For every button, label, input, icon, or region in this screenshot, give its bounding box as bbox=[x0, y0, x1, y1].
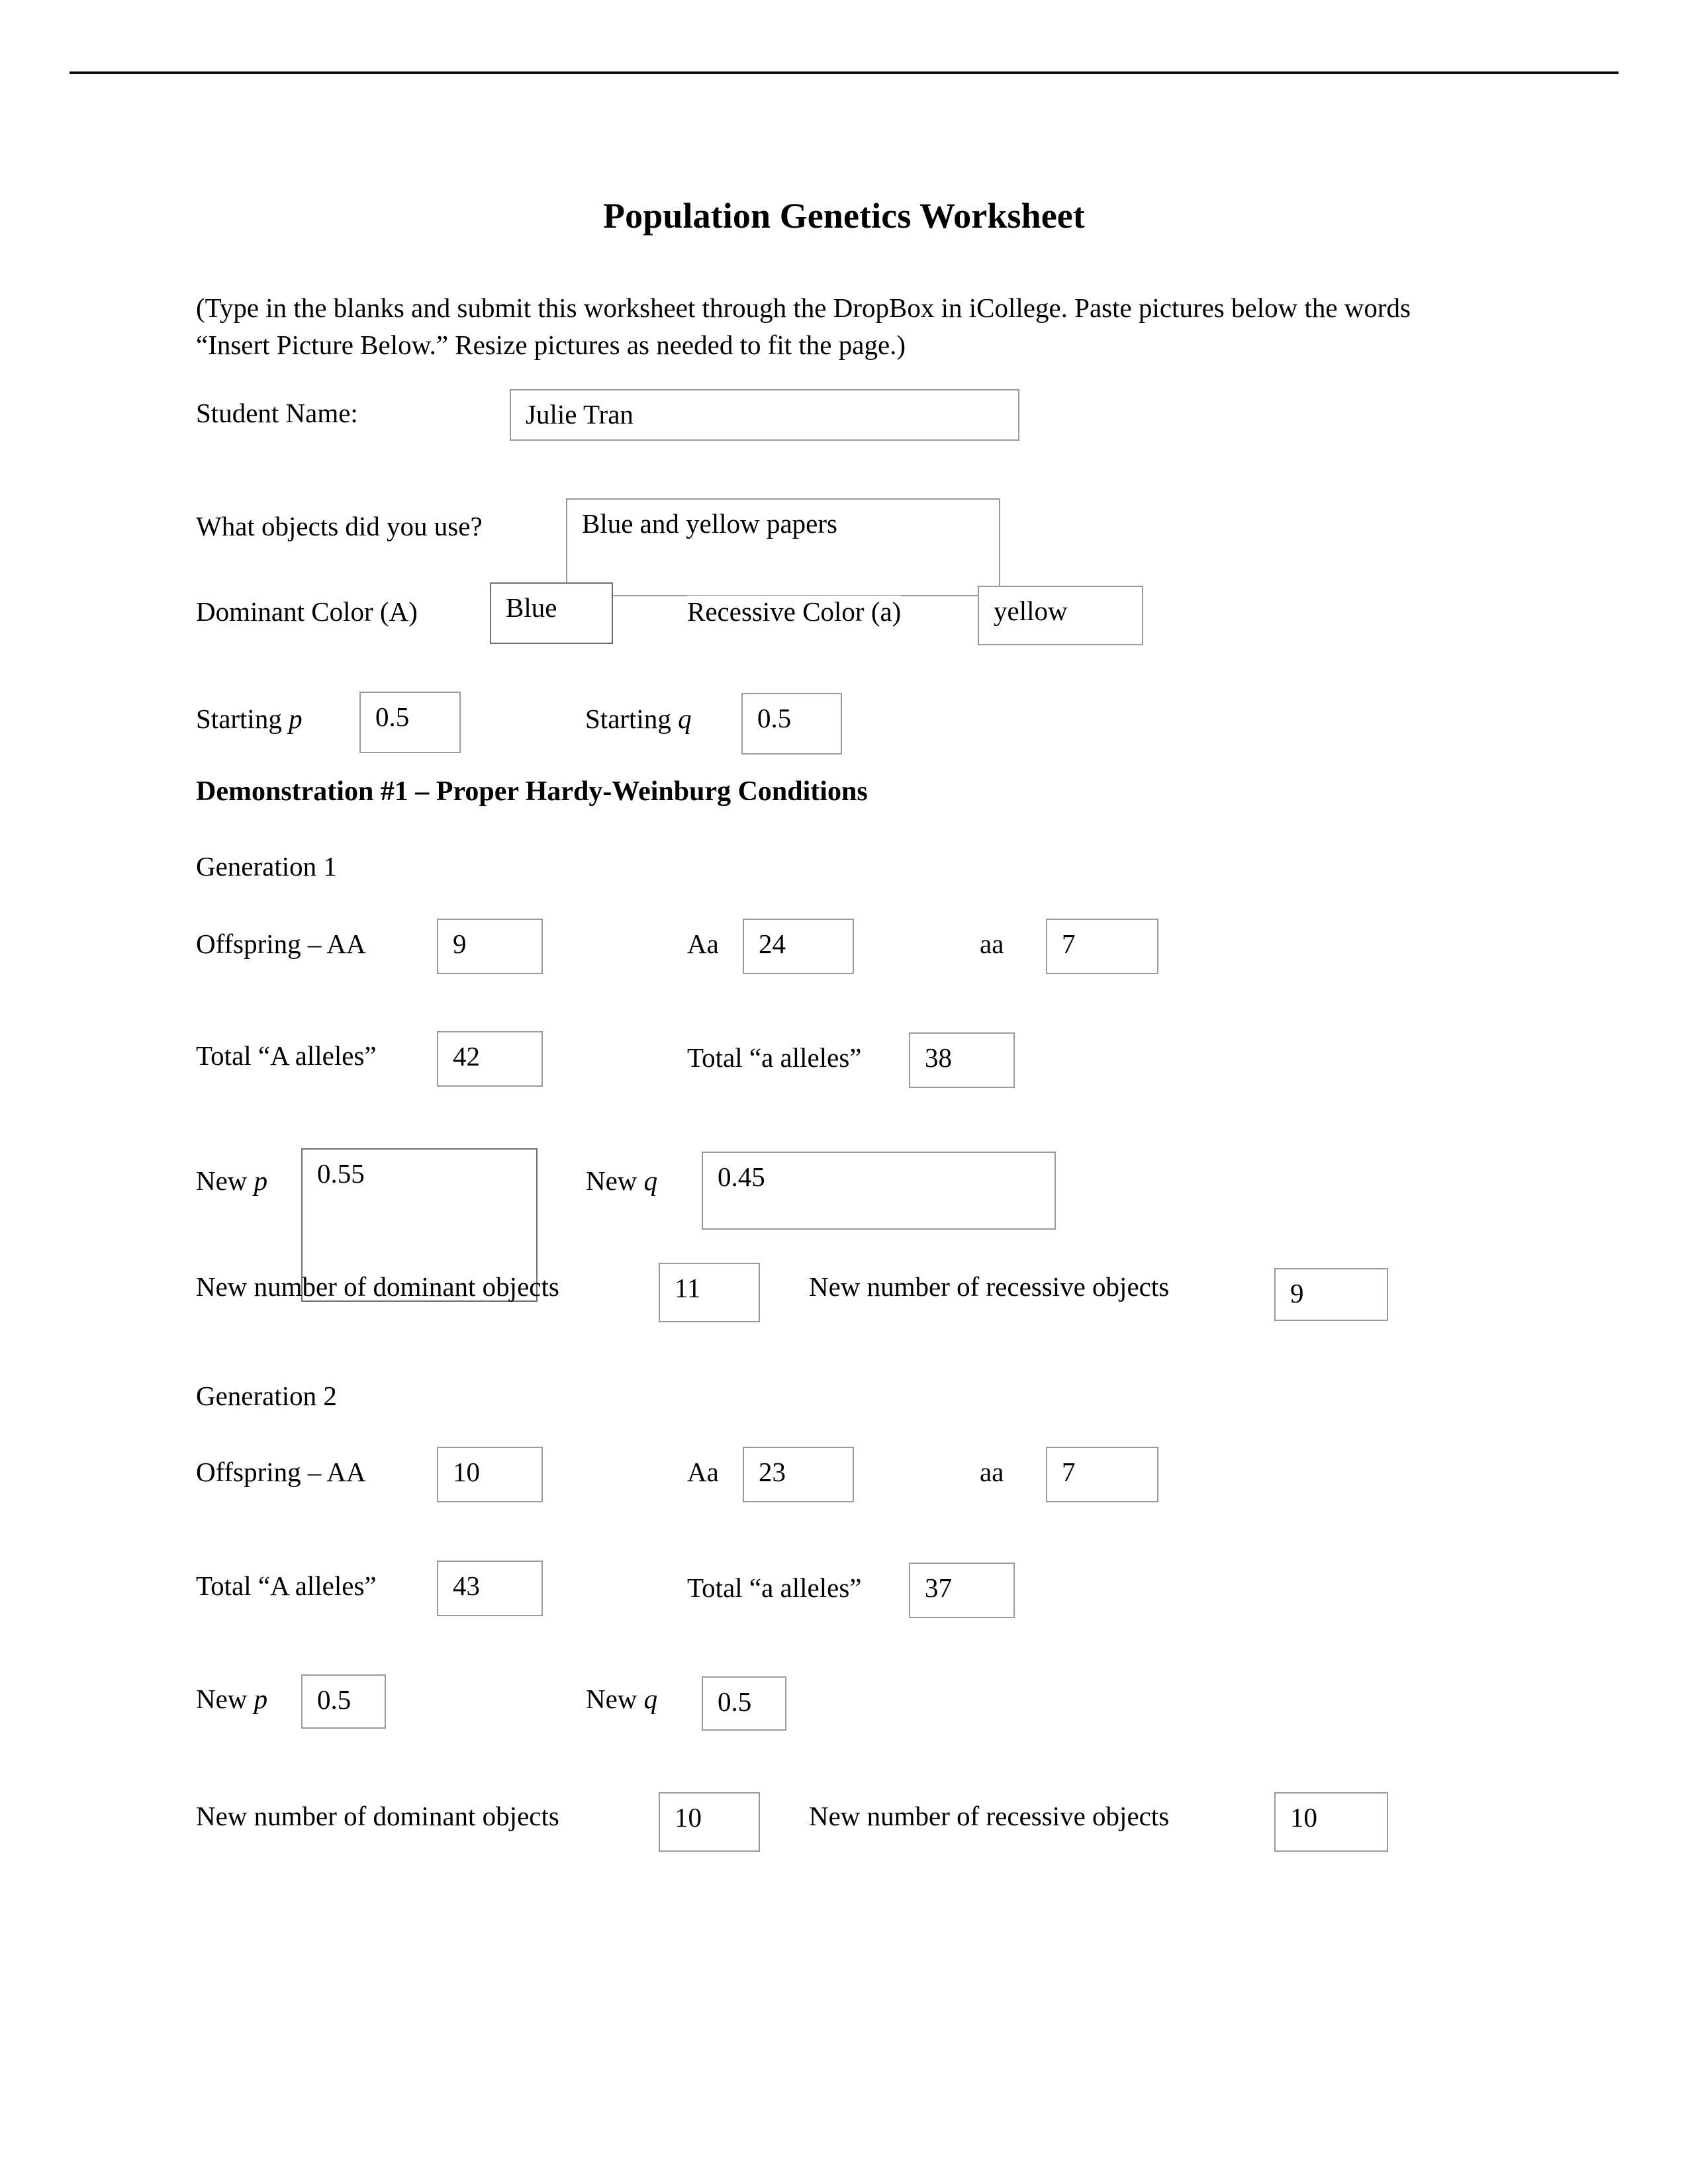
gen1-het-label: Aa bbox=[687, 929, 719, 959]
gen2-offspring-aa-label: Offspring – AA bbox=[196, 1457, 366, 1487]
gen1-offspring-AA-field[interactable]: 9 bbox=[437, 919, 543, 974]
dominant-color-field[interactable]: Blue bbox=[490, 582, 613, 644]
gen1-rec-label: aa bbox=[980, 929, 1004, 959]
gen1-new-q-label-text: New bbox=[586, 1165, 637, 1196]
gen2-new-p-label-text: New bbox=[196, 1684, 248, 1714]
starting-q-label: Starting q bbox=[585, 703, 692, 735]
demonstration-heading: Demonstration #1 – Proper Hardy-Weinburg… bbox=[196, 776, 868, 807]
student-name-label: Student Name: bbox=[196, 398, 358, 428]
starting-q-symbol: q bbox=[678, 704, 692, 734]
starting-q-field[interactable]: 0.5 bbox=[741, 693, 842, 754]
gen1-new-p-label-text: New bbox=[196, 1165, 248, 1196]
gen1-total-a-field[interactable]: 38 bbox=[909, 1032, 1015, 1088]
gen2-new-recessive-field[interactable]: 10 bbox=[1274, 1792, 1388, 1852]
gen2-new-q-symbol: q bbox=[643, 1684, 658, 1714]
gen1-new-p-symbol: p bbox=[254, 1165, 268, 1196]
starting-p-field[interactable]: 0.5 bbox=[359, 692, 461, 753]
gen2-het-label: Aa bbox=[687, 1457, 719, 1487]
gen2-total-A-field[interactable]: 43 bbox=[437, 1561, 543, 1616]
starting-p-label-text: Starting bbox=[196, 704, 282, 734]
generation-1-heading: Generation 1 bbox=[196, 851, 337, 882]
recessive-color-label: Recessive Color (a) bbox=[687, 596, 902, 627]
starting-p-symbol: p bbox=[289, 704, 303, 734]
recessive-color-field[interactable]: yellow bbox=[978, 586, 1143, 645]
gen1-offspring-Aa-field[interactable]: 24 bbox=[743, 919, 854, 974]
gen2-new-q-label: New q bbox=[586, 1683, 657, 1715]
gen1-offspring-aa-field[interactable]: 7 bbox=[1046, 919, 1158, 974]
gen1-new-recessive-label: New number of recessive objects bbox=[809, 1271, 1170, 1302]
gen2-total-A-label: Total “A alleles” bbox=[196, 1570, 377, 1601]
generation-2-heading: Generation 2 bbox=[196, 1381, 337, 1411]
gen2-offspring-AA-field[interactable]: 10 bbox=[437, 1447, 543, 1502]
header-divider bbox=[70, 71, 1618, 74]
gen2-offspring-Aa-field[interactable]: 23 bbox=[743, 1447, 854, 1502]
gen1-new-q-symbol: q bbox=[643, 1165, 658, 1196]
gen2-new-recessive-label: New number of recessive objects bbox=[809, 1801, 1170, 1831]
gen2-new-q-label-text: New bbox=[586, 1684, 637, 1714]
dominant-color-label: Dominant Color (A) bbox=[196, 596, 418, 627]
gen1-offspring-aa-label: Offspring – AA bbox=[196, 929, 366, 959]
worksheet-page: Population Genetics Worksheet (Type in t… bbox=[0, 0, 1688, 2184]
gen1-new-p-label: New p bbox=[196, 1165, 267, 1197]
gen1-total-A-field[interactable]: 42 bbox=[437, 1031, 543, 1087]
gen2-new-dominant-field[interactable]: 10 bbox=[659, 1792, 760, 1852]
gen1-new-dominant-field[interactable]: 11 bbox=[659, 1263, 760, 1322]
gen1-new-dominant-label: New number of dominant objects bbox=[196, 1271, 559, 1302]
gen2-total-a-label: Total “a alleles” bbox=[687, 1572, 862, 1603]
starting-p-label: Starting p bbox=[196, 703, 303, 735]
gen2-new-p-field[interactable]: 0.5 bbox=[301, 1674, 386, 1729]
student-name-field[interactable]: Julie Tran bbox=[510, 389, 1019, 441]
gen1-new-q-field[interactable]: 0.45 bbox=[702, 1152, 1056, 1230]
page-title: Population Genetics Worksheet bbox=[603, 196, 1085, 236]
gen2-new-p-label: New p bbox=[196, 1683, 267, 1715]
instructions-paragraph: (Type in the blanks and submit this work… bbox=[196, 293, 1411, 360]
gen1-new-recessive-field[interactable]: 9 bbox=[1274, 1268, 1388, 1321]
objects-used-field[interactable]: Blue and yellow papers bbox=[566, 498, 1000, 596]
starting-q-label-text: Starting bbox=[585, 704, 671, 734]
objects-used-label: What objects did you use? bbox=[196, 511, 483, 541]
gen2-new-q-field[interactable]: 0.5 bbox=[702, 1676, 786, 1731]
gen2-new-p-symbol: p bbox=[254, 1684, 268, 1714]
gen2-rec-label: aa bbox=[980, 1457, 1004, 1487]
gen2-new-dominant-label: New number of dominant objects bbox=[196, 1801, 559, 1831]
gen1-total-a-label: Total “a alleles” bbox=[687, 1042, 862, 1073]
gen2-total-a-field[interactable]: 37 bbox=[909, 1563, 1015, 1618]
gen2-offspring-aa-field[interactable]: 7 bbox=[1046, 1447, 1158, 1502]
gen1-new-q-label: New q bbox=[586, 1165, 657, 1197]
gen1-total-A-label: Total “A alleles” bbox=[196, 1040, 377, 1071]
